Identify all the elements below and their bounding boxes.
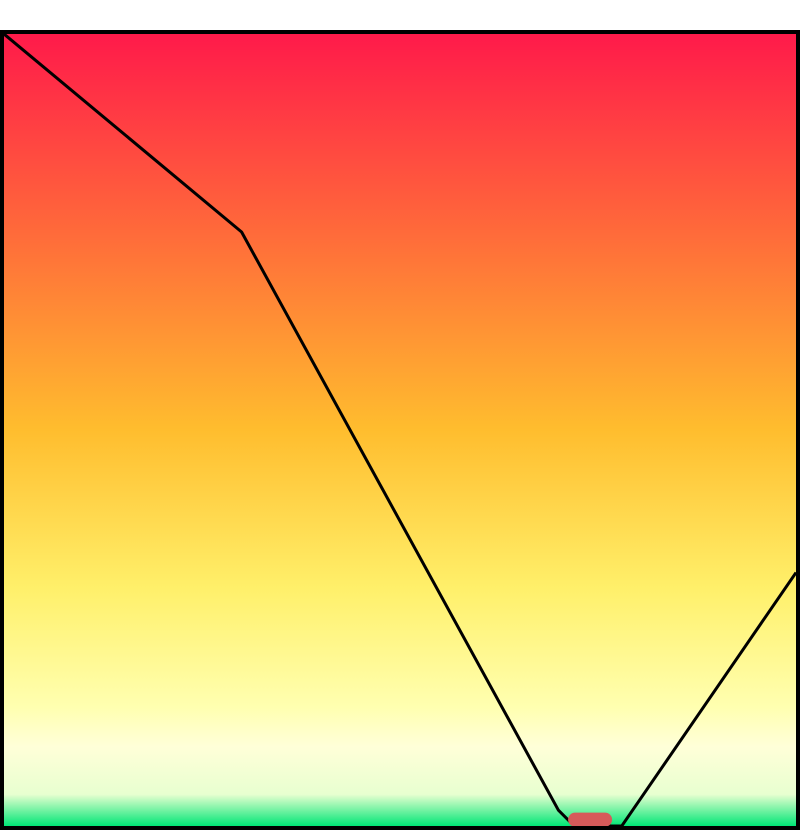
chart-svg bbox=[4, 34, 796, 826]
bottleneck-chart bbox=[0, 30, 800, 830]
